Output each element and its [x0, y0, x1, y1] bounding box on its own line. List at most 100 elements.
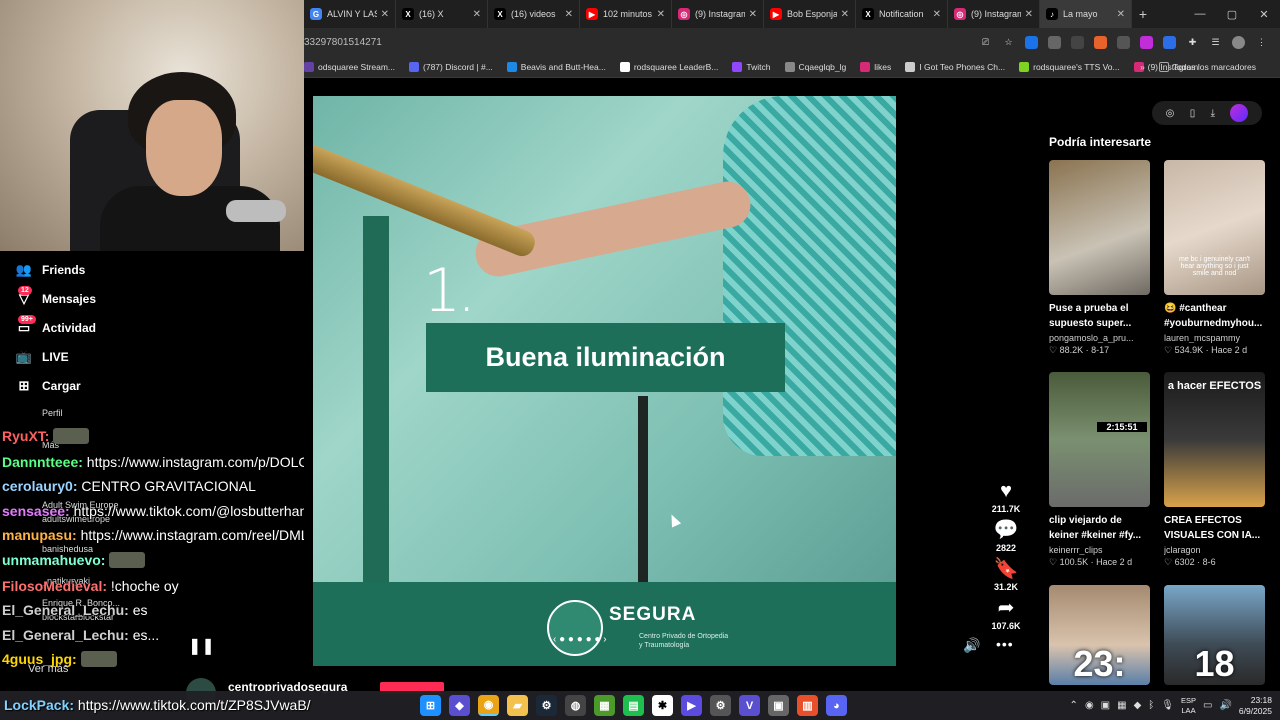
tab-close-icon[interactable]: ✕ [565, 9, 573, 20]
browser-tab[interactable]: X (16) videos ✕ [488, 0, 580, 28]
puzzle-icon[interactable]: ✚ [1186, 36, 1199, 49]
browser-tab[interactable]: X Notification ✕ [856, 0, 948, 28]
tab-close-icon[interactable]: ✕ [1117, 9, 1125, 20]
sidebar-item-live[interactable]: 📺 LIVE [0, 342, 304, 371]
video-thumbnail[interactable]: 18 [1164, 585, 1265, 685]
extension-icon-1[interactable] [1025, 35, 1038, 49]
save-button[interactable]: 🔖 31.2K [986, 558, 1026, 592]
video-thumbnail[interactable] [1049, 160, 1150, 295]
phone-icon[interactable]: ▯ [1190, 108, 1196, 119]
video-thumbnail[interactable]: 23: [1049, 585, 1150, 685]
bluetooth-icon[interactable]: ᛒ [1148, 700, 1154, 711]
pause-icon[interactable]: ❚❚ [188, 636, 215, 656]
bookmark-item[interactable]: likes [860, 61, 891, 72]
language-indicator[interactable]: ESP LAA [1181, 696, 1196, 716]
tray-app-icon-2[interactable]: ▣ [1101, 700, 1110, 711]
kebab-menu-icon[interactable]: ⋮ [1255, 36, 1268, 49]
browser-tab[interactable]: ▶ 102 minutos ✕ [580, 0, 672, 28]
bookmark-item[interactable]: rodsquaree's TTS Vo... [1019, 61, 1120, 72]
browser-tab[interactable]: G ALVIN Y LAS ✕ [304, 0, 396, 28]
minimize-icon[interactable]: — [1184, 8, 1216, 20]
folder-icon[interactable]: ▰ [507, 695, 528, 716]
app-icon-5[interactable]: ▶ [681, 695, 702, 716]
sidebar-item-friends[interactable]: 👥 Friends [0, 255, 304, 284]
menu-list-icon[interactable]: ☰ [1209, 36, 1222, 49]
browser-tab[interactable]: ◎ (9) Instagram ✕ [948, 0, 1040, 28]
chevron-up-icon[interactable]: ⌃ [1070, 700, 1078, 711]
video-thumbnail[interactable]: a hacer EFECTOS [1164, 372, 1265, 507]
extension-icon-7[interactable] [1163, 35, 1176, 49]
browser-tab[interactable]: ▶ Bob Esponja ✕ [764, 0, 856, 28]
tab-close-icon[interactable]: ✕ [933, 9, 941, 20]
app-icon-7[interactable]: ▣ [768, 695, 789, 716]
extension-icon-6[interactable] [1140, 35, 1153, 49]
tray-app-icon-4[interactable]: ◆ [1134, 700, 1142, 711]
tray-app-icon-3[interactable]: ▦ [1117, 700, 1126, 711]
browser-tab[interactable]: ♪ La mayo ✕ [1040, 0, 1132, 28]
maximize-icon[interactable]: ▢ [1216, 8, 1248, 21]
app-icon-6[interactable]: V [739, 695, 760, 716]
extension-icon-3[interactable] [1071, 35, 1084, 49]
recommended-video[interactable]: 18 [1164, 585, 1265, 685]
bookmark-item[interactable]: odsquaree Stream... [304, 61, 395, 72]
recommended-author[interactable]: pongamoslo_a_pru... [1049, 333, 1150, 343]
extension-icon-4[interactable] [1094, 35, 1107, 49]
video-player[interactable]: 1. Buena iluminación SEGURA Centro Priva… [313, 96, 896, 666]
bookmarks-overflow-button[interactable]: » [1140, 62, 1145, 72]
recommended-video[interactable]: 23: [1049, 585, 1150, 685]
recommended-video[interactable]: me bc i genuinely can't hear anything so… [1164, 160, 1265, 356]
see-more-link[interactable]: Ver más [28, 663, 68, 675]
browser-tab[interactable]: X (16) X ✕ [396, 0, 488, 28]
new-tab-button[interactable]: + [1132, 6, 1154, 22]
recommended-video[interactable]: Puse a prueba el supuesto super... pongam… [1049, 160, 1150, 356]
network-icon[interactable]: ▭ [1203, 700, 1212, 711]
app-icon-2[interactable]: ◍ [565, 695, 586, 716]
star-icon[interactable]: ☆ [1002, 36, 1015, 49]
tab-close-icon[interactable]: ✕ [657, 9, 665, 20]
settings-icon[interactable]: ⚙ [710, 695, 731, 716]
cast-icon[interactable]: ⎚ [979, 36, 992, 49]
app-icon-8[interactable]: ▥ [797, 695, 818, 716]
recommended-author[interactable]: keinerrr_clips [1049, 545, 1150, 555]
extension-icon-5[interactable] [1117, 35, 1130, 49]
comment-button[interactable]: 💬 2822 [986, 519, 1026, 553]
bookmark-item[interactable]: Beavis and Butt-Hea... [506, 61, 606, 72]
bookmark-item[interactable]: Cqaeglqb_lg [784, 61, 846, 72]
url-text[interactable]: 33297801514271 [304, 37, 979, 48]
tab-close-icon[interactable]: ✕ [841, 9, 849, 20]
tray-app-icon-1[interactable]: ◉ [1085, 700, 1094, 711]
app-icon-3[interactable]: ▤ [623, 695, 644, 716]
more-options-icon[interactable]: ••• [996, 636, 1014, 652]
bookmark-item[interactable]: (787) Discord | #... [409, 61, 493, 72]
close-window-icon[interactable]: ✕ [1248, 8, 1280, 21]
tab-close-icon[interactable]: ✕ [381, 9, 389, 20]
address-bar[interactable]: 33297801514271 ⎚ ☆ ✚ ☰ ⋮ [304, 28, 1280, 56]
bookmark-item[interactable]: rodsquaree LeaderB... [619, 61, 718, 72]
all-bookmarks-button[interactable]: Todos los marcadores [1158, 62, 1256, 72]
bookmark-item[interactable]: Twitch [732, 61, 771, 72]
like-button[interactable]: ♥ 211.7K [986, 480, 1026, 514]
extension-icon-2[interactable] [1048, 35, 1061, 49]
chrome-icon[interactable]: ◉ [478, 695, 499, 716]
recommended-author[interactable]: jclaragon [1164, 545, 1265, 555]
app-icon-1[interactable]: ◆ [449, 695, 470, 716]
tab-close-icon[interactable]: ✕ [1025, 9, 1033, 20]
compass-icon[interactable]: ◎ [1166, 108, 1175, 119]
clock[interactable]: 23:18 6/9/2025 [1239, 695, 1272, 717]
steam-icon[interactable]: ⚙ [536, 695, 557, 716]
tab-close-icon[interactable]: ✕ [473, 9, 481, 20]
recommended-video[interactable]: 2:15:51 clip viejardo de keiner #keiner #… [1049, 372, 1150, 568]
app-icon-4[interactable]: ✱ [652, 695, 673, 716]
windows-start-icon[interactable]: ⊞ [420, 695, 441, 716]
video-thumbnail[interactable]: 2:15:51 [1049, 372, 1150, 507]
sidebar-item-cargar[interactable]: ⊞ Cargar [0, 371, 304, 400]
browser-tab[interactable]: ◎ (9) Instagram ✕ [672, 0, 764, 28]
recommended-author[interactable]: lauren_mcspammy [1164, 333, 1265, 343]
share-button[interactable]: ➦ 107.6K [986, 597, 1026, 631]
profile-avatar-icon[interactable] [1232, 35, 1245, 49]
download-icon[interactable]: ⤓ [1211, 108, 1215, 119]
user-avatar[interactable] [1230, 104, 1249, 122]
recommended-video[interactable]: a hacer EFECTOS CREA EFECTOS VISUALES CON… [1164, 372, 1265, 568]
sidebar-item-actividad[interactable]: ▭ Actividad 99+ [0, 313, 304, 342]
speaker-icon[interactable]: 🔊 [1219, 700, 1231, 711]
